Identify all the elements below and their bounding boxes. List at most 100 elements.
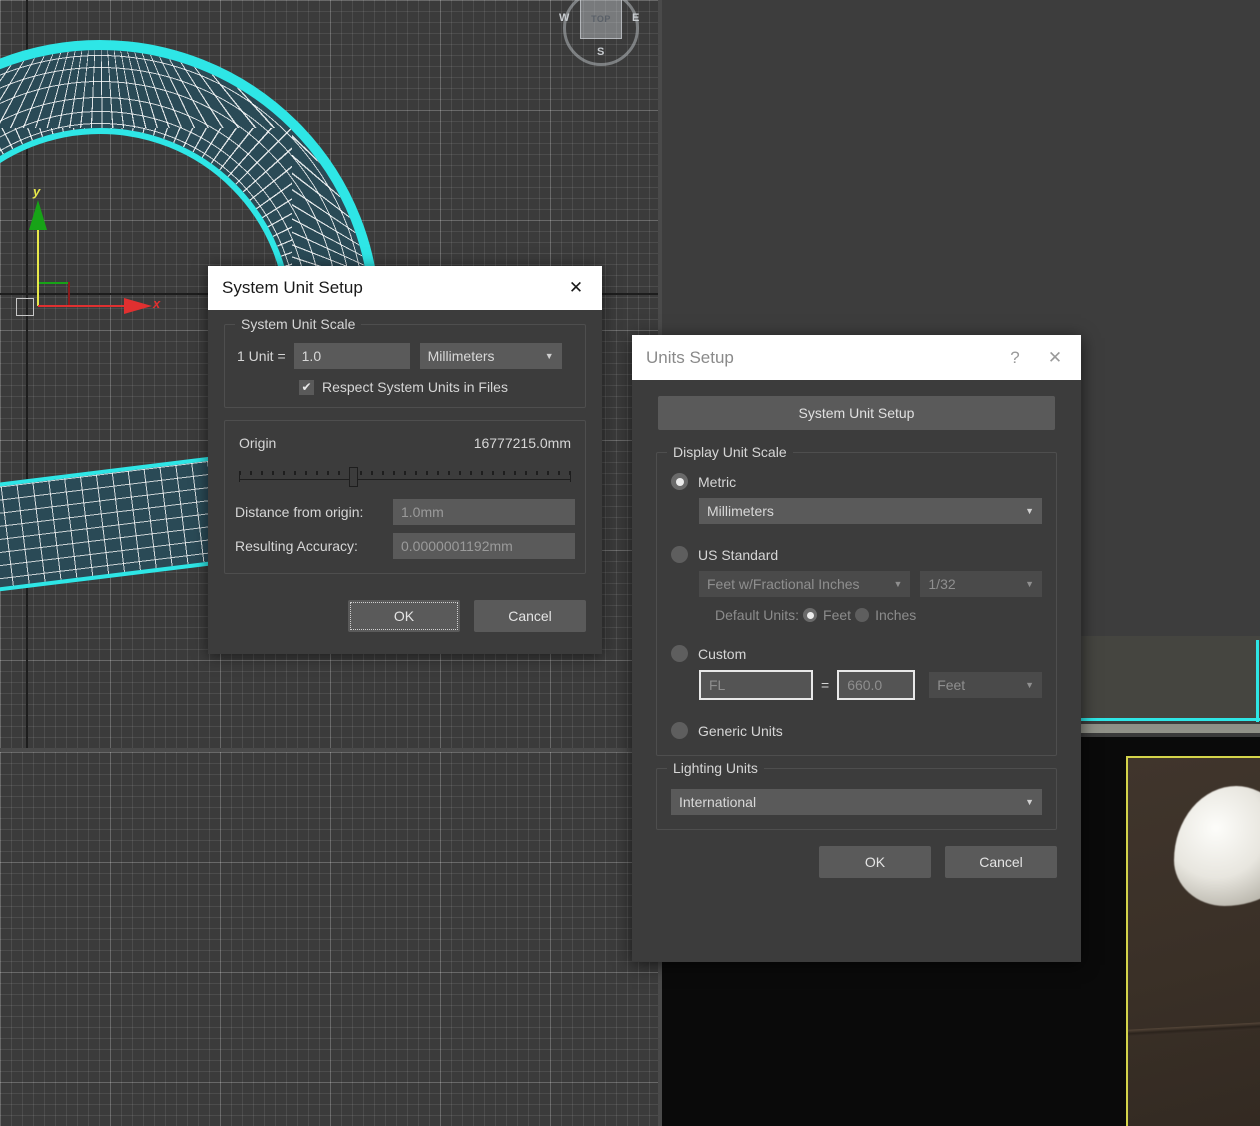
units-setup-titlebar[interactable]: Units Setup ? ✕ [632,335,1081,380]
default-units-inches-label: Inches [875,607,917,623]
system-unit-setup-titlebar[interactable]: System Unit Setup ✕ [208,266,602,310]
chevron-down-icon: ▼ [544,351,554,361]
system-unit-setup-body: System Unit Scale 1 Unit = 1.0 Millimete… [208,310,602,574]
metric-radio-dot [675,477,684,486]
custom-name-input[interactable]: FL [699,670,813,700]
custom-radio-row[interactable]: Custom [671,645,1042,662]
custom-equals-label: = [821,677,830,693]
system-unit-scale-group-title: System Unit Scale [235,316,362,332]
viewcube-compass-east[interactable]: E [632,12,639,24]
unit-type-combo-value: Millimeters [427,348,495,364]
us-standard-combos: Feet w/Fractional Inches ▼ 1/32 ▼ [671,571,1042,597]
lighting-units-combo[interactable]: International ▼ [671,789,1042,815]
axis-y-label: y [33,184,41,199]
scene-floor [1080,724,1260,733]
custom-unit-combo: Feet ▼ [929,672,1042,698]
custom-number-input[interactable]: 660.0 [837,670,916,700]
resulting-accuracy-label: Resulting Accuracy: [235,538,358,554]
origin-value: 16777215.0mm [473,435,571,451]
generic-units-label: Generic Units [698,722,783,739]
us-format-combo-value: Feet w/Fractional Inches [707,576,860,592]
generic-units-radio-row[interactable]: Generic Units [671,722,1042,739]
metric-combo[interactable]: Millimeters ▼ [699,498,1042,524]
resulting-accuracy-row: Resulting Accuracy: 0.0000001192mm [235,533,575,559]
respect-system-units-checkbox[interactable]: ✔ [299,379,314,395]
lighting-units-group-title: Lighting Units [667,760,764,776]
axis-corner-green [38,282,70,284]
system-unit-setup-dialog: System Unit Setup ✕ System Unit Scale 1 … [208,266,602,654]
metric-radio-row[interactable]: Metric [671,473,1042,490]
scene-edge-vertical [1256,640,1259,722]
chevron-down-icon: ▼ [893,579,903,589]
slider-end-left [239,473,240,482]
unit-type-combo[interactable]: Millimeters ▼ [419,343,562,369]
respect-system-units-row[interactable]: ✔ Respect System Units in Files [237,379,573,395]
distance-from-origin-label: Distance from origin: [235,504,364,520]
viewport-camera-letterbox [1096,737,1126,1126]
units-setup-dialog: Units Setup ? ✕ System Unit Setup Displa… [632,335,1081,962]
default-units-inches-radio [855,608,870,622]
close-icon[interactable]: ✕ [556,266,596,310]
system-unit-setup-title: System Unit Setup [222,278,363,297]
slider-track [239,479,571,480]
slider-handle[interactable] [348,467,358,487]
viewcube-top[interactable]: TOP W E S [559,0,639,66]
custom-radio[interactable] [671,645,688,662]
units-ok-button[interactable]: OK [819,846,931,878]
rendered-scene-active-viewport[interactable] [1126,756,1260,1126]
close-icon[interactable]: ✕ [1035,335,1075,380]
units-setup-title: Units Setup [646,347,734,367]
display-unit-scale-group: Display Unit Scale Metric Millimeters ▼ … [656,444,1057,756]
axis-x-arrow-icon [124,298,152,314]
chevron-down-icon: ▼ [1025,579,1034,589]
metric-combo-value: Millimeters [707,503,774,519]
lighting-units-group: Lighting Units International ▼ [656,760,1057,830]
default-units-feet-radio-dot [806,611,814,619]
units-setup-buttons: OK Cancel [632,830,1081,878]
rendered-object [1174,786,1260,906]
slider-end-right [570,473,571,482]
viewcube-compass-west[interactable]: W [559,12,569,24]
unit-value-input[interactable]: 1.0 [293,343,410,369]
metric-combo-wrap: Millimeters ▼ [671,498,1042,524]
chevron-down-icon: ▼ [1025,506,1034,516]
scene-wall [1080,636,1260,720]
metric-radio[interactable] [671,473,688,490]
custom-fields-row: FL = 660.0 Feet ▼ [671,670,1042,700]
us-standard-label: US Standard [698,546,779,563]
default-units-feet-radio [803,608,818,622]
system-unit-setup-buttons: OK Cancel [208,586,602,632]
viewport-front[interactable] [0,752,658,1126]
axis-x-line [38,305,130,307]
display-unit-scale-group-title: Display Unit Scale [667,444,793,460]
viewcube-compass-south[interactable]: S [597,46,604,58]
chevron-down-icon: ▼ [1025,797,1034,807]
generic-units-radio[interactable] [671,722,688,739]
distance-from-origin-value: 1.0mm [393,499,575,525]
system-unit-cancel-button[interactable]: Cancel [474,600,586,632]
viewcube-face-top[interactable]: TOP [580,0,622,39]
us-fraction-combo: 1/32 ▼ [920,571,1042,597]
max-application-window: y x TOP W E S LEFT [0,0,1260,1126]
scene-edge-horizontal [1080,718,1260,721]
resulting-accuracy-value: 0.0000001192mm [393,533,575,559]
system-unit-setup-button[interactable]: System Unit Setup [658,396,1055,430]
axis-y-arrow-icon [29,200,47,230]
respect-system-units-label: Respect System Units in Files [322,379,508,395]
origin-distance-slider[interactable] [239,465,571,487]
metric-label: Metric [698,473,737,490]
us-standard-radio-row[interactable]: US Standard [671,546,1042,563]
units-cancel-button[interactable]: Cancel [945,846,1057,878]
custom-label: Custom [698,645,747,662]
system-unit-ok-button[interactable]: OK [348,600,460,632]
us-standard-radio[interactable] [671,546,688,563]
units-setup-body: System Unit Setup Display Unit Scale Met… [632,380,1081,830]
help-icon[interactable]: ? [995,335,1035,380]
chevron-down-icon: ▼ [1025,680,1034,690]
distance-from-origin-row: Distance from origin: 1.0mm [235,499,575,525]
lighting-units-combo-value: International [679,794,757,810]
unit-label: 1 Unit = [237,348,286,364]
origin-label: Origin [239,435,277,451]
origin-accuracy-group: Origin 16777215.0mm Distance from origin… [224,420,586,574]
rendered-baseboard [1127,1022,1260,1037]
